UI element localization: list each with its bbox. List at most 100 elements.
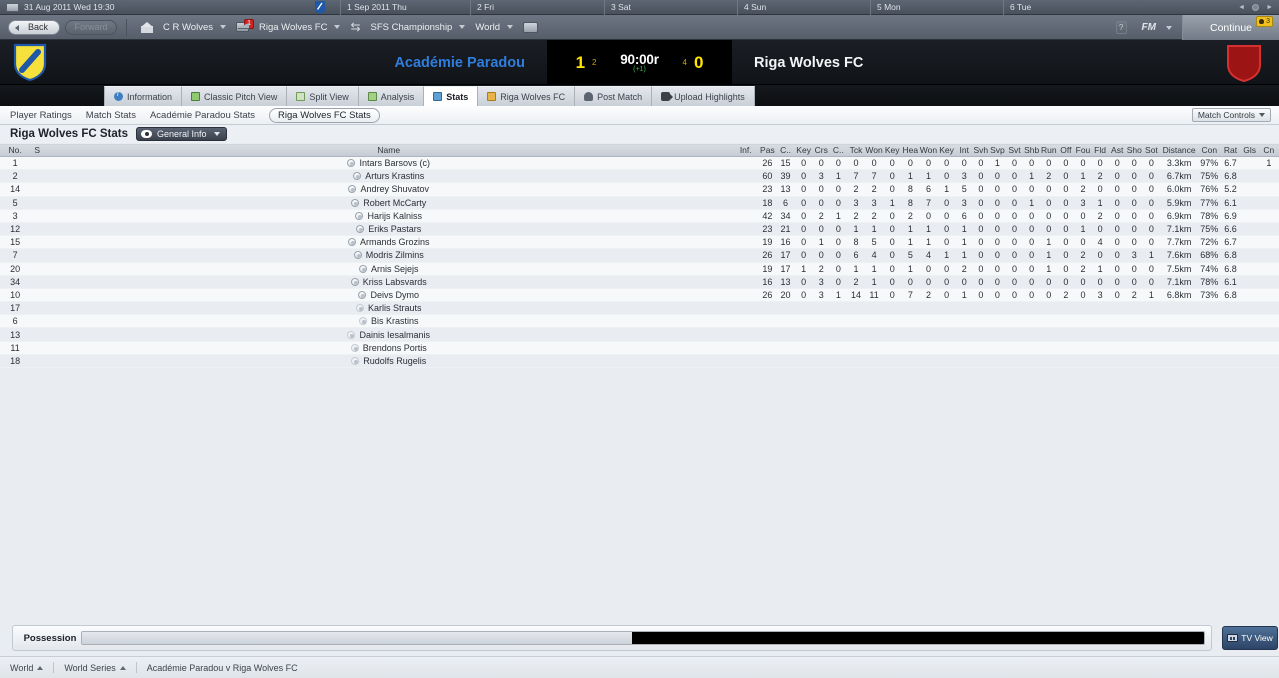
table-row[interactable]: 15 Armands Grozins 19 16 0 1 0 8 5 0 1 1 0 1 0 0 0 0 1 0 0 4 0… bbox=[0, 235, 1279, 250]
chat-button[interactable] bbox=[518, 15, 543, 40]
cell-player-name[interactable]: Dainis Iesalmanis bbox=[44, 327, 734, 342]
col-crs[interactable]: Crs bbox=[812, 143, 830, 157]
calendar-day-6[interactable]: 6 Tue bbox=[1003, 0, 1031, 15]
calendar-prev-icon[interactable]: ◄ bbox=[1238, 4, 1245, 11]
cell-player-name[interactable]: Arturs Krastins bbox=[44, 169, 734, 184]
col-inf[interactable]: Inf. bbox=[733, 143, 759, 157]
help-button[interactable]: ? bbox=[1115, 21, 1127, 34]
col-s[interactable]: S bbox=[30, 143, 45, 157]
table-row[interactable]: 1 Intars Barsovs (c) 26 15 0 0 0 0 0 0 0 0 0 0 0 1 0 0 0 0 0… bbox=[0, 156, 1279, 171]
col-crs-completed[interactable]: C.. bbox=[829, 143, 847, 157]
nav-competition-selector[interactable]: SFS Championship bbox=[366, 15, 471, 40]
tab-upload-highlights[interactable]: Upload Highlights bbox=[652, 86, 755, 106]
col-key-passes[interactable]: Key bbox=[794, 143, 813, 157]
status-item-world[interactable]: World bbox=[10, 663, 53, 673]
calendar-day-1[interactable]: 1 Sep 2011 Thu bbox=[340, 0, 407, 15]
col-rat[interactable]: Rat bbox=[1220, 143, 1241, 157]
calendar-day-2[interactable]: 2 Fri bbox=[470, 0, 494, 15]
table-row[interactable]: 14 Andrey Shuvatov 23 13 0 0 0 2 2 0 8 6 1 5 0 0 0 0 0 0 2 0 0… bbox=[0, 182, 1279, 197]
swap-team-button[interactable]: ⇆ bbox=[345, 15, 365, 40]
col-svh[interactable]: Svh bbox=[972, 143, 989, 157]
calendar-next-icon[interactable]: ► bbox=[1266, 4, 1273, 11]
col-pas[interactable]: Pas bbox=[758, 143, 777, 157]
subnav-match-stats[interactable]: Match Stats bbox=[86, 110, 136, 121]
col-hea-won[interactable]: Won bbox=[919, 143, 938, 157]
cell-player-name[interactable]: Kriss Labsvards bbox=[44, 275, 734, 289]
table-row[interactable]: 13 Dainis Iesalmanis bbox=[0, 327, 1279, 342]
cell-player-name[interactable]: Harijs Kalniss bbox=[44, 209, 734, 223]
col-tck[interactable]: Tck bbox=[846, 143, 866, 157]
calendar-day-0[interactable]: 31 Aug 2011 Wed 19:30 bbox=[24, 0, 114, 15]
col-off[interactable]: Off bbox=[1057, 143, 1075, 157]
tab-stats[interactable]: Stats bbox=[424, 86, 479, 106]
tab-riga-wolves-fc[interactable]: Riga Wolves FC bbox=[478, 86, 576, 106]
fm-menu-button[interactable]: FM bbox=[1137, 15, 1182, 40]
cell-player-name[interactable]: Andrey Shuvatov bbox=[44, 182, 734, 197]
cell-player-name[interactable]: Eriks Pastars bbox=[44, 222, 734, 237]
table-row[interactable]: 17 Karlis Strauts bbox=[0, 301, 1279, 316]
back-button[interactable]: Back bbox=[8, 19, 60, 35]
subnav-riga-wolves-fc-stats[interactable]: Riga Wolves FC Stats bbox=[269, 107, 380, 123]
table-row[interactable]: 18 Rudolfs Rugelis bbox=[0, 354, 1279, 369]
col-pas-completed[interactable]: C.. bbox=[776, 143, 795, 157]
cell-player-name[interactable]: Brendons Portis bbox=[44, 341, 734, 355]
table-row[interactable]: 20 Arnis Sejejs 19 17 1 2 0 1 1 0 1 0 0 2 0 0 0 0 1 0 2 1 0 0 0 7… bbox=[0, 262, 1279, 276]
col-shb[interactable]: Shb bbox=[1023, 143, 1041, 157]
col-key-headers[interactable]: Key bbox=[937, 143, 956, 157]
col-key-tackles[interactable]: Key bbox=[883, 143, 902, 157]
col-svp[interactable]: Svp bbox=[988, 143, 1006, 157]
table-row[interactable]: 3 Harijs Kalniss 42 34 0 2 1 2 2 0 2 0 0 6 0 0 0 0 0 0 0 2 0 0 0… bbox=[0, 209, 1279, 223]
col-fou[interactable]: Fou bbox=[1074, 143, 1092, 157]
tab-analysis[interactable]: Analysis bbox=[358, 86, 425, 106]
table-row[interactable]: 34 Kriss Labsvards 16 13 0 3 0 2 1 0 0 0 0 0 0 0 0 0 0 0 0 0 0… bbox=[0, 275, 1279, 289]
table-row[interactable]: 6 Bis Krastins bbox=[0, 314, 1279, 329]
continue-button[interactable]: Continue 3 bbox=[1182, 15, 1279, 40]
subnav-academie-paradou-stats[interactable]: Académie Paradou Stats bbox=[150, 110, 255, 121]
calendar-icon[interactable] bbox=[6, 2, 19, 12]
forward-button[interactable]: Forward bbox=[65, 19, 117, 35]
table-row[interactable]: 2 Arturs Krastins 60 39 0 3 1 7 7 0 1 1 0 3 0 0 0 1 2 0 1 2 0 0… bbox=[0, 169, 1279, 184]
col-svt[interactable]: Svt bbox=[1005, 143, 1024, 157]
cell-player-name[interactable]: Arnis Sejejs bbox=[44, 262, 734, 276]
general-info-dropdown[interactable]: General Info bbox=[136, 127, 227, 141]
match-controls-button[interactable]: Match Controls bbox=[1191, 108, 1271, 122]
tab-post-match[interactable]: Post Match bbox=[575, 86, 653, 106]
nav-world-selector[interactable]: World bbox=[470, 15, 518, 40]
col-distance[interactable]: Distance bbox=[1159, 143, 1199, 157]
cell-player-name[interactable]: Rudolfs Rugelis bbox=[44, 354, 734, 369]
col-tck-won[interactable]: Won bbox=[865, 143, 884, 157]
col-sot[interactable]: Sot bbox=[1142, 143, 1160, 157]
status-item-match[interactable]: Académie Paradou v Riga Wolves FC bbox=[147, 663, 308, 673]
col-no[interactable]: No. bbox=[0, 143, 31, 157]
tab-classic-pitch-view[interactable]: Classic Pitch View bbox=[182, 86, 288, 106]
subnav-player-ratings[interactable]: Player Ratings bbox=[10, 110, 72, 121]
table-row[interactable]: 10 Deivs Dymo 26 20 0 3 1 14 11 0 7 2 0 1 0 0 0 0 0 2 0 3 0 2 1 6… bbox=[0, 288, 1279, 303]
cell-player-name[interactable]: Bis Krastins bbox=[44, 314, 734, 329]
status-item-world-series[interactable]: World Series bbox=[64, 663, 135, 673]
col-gls[interactable]: Gls bbox=[1240, 143, 1259, 157]
calendar-day-4[interactable]: 4 Sun bbox=[737, 0, 766, 15]
cell-player-name[interactable]: Deivs Dymo bbox=[44, 288, 734, 303]
home-button[interactable] bbox=[136, 15, 158, 40]
col-fld[interactable]: Fld bbox=[1091, 143, 1109, 157]
tab-split-view[interactable]: Split View bbox=[287, 86, 359, 106]
col-hea[interactable]: Hea bbox=[901, 143, 920, 157]
cell-player-name[interactable]: Modris Zilmins bbox=[44, 248, 734, 263]
cell-player-name[interactable]: Armands Grozins bbox=[44, 235, 734, 250]
col-int[interactable]: Int bbox=[955, 143, 973, 157]
col-run[interactable]: Run bbox=[1040, 143, 1058, 157]
table-row[interactable]: 11 Brendons Portis bbox=[0, 341, 1279, 355]
cell-player-name[interactable]: Karlis Strauts bbox=[44, 301, 734, 316]
table-row[interactable]: 5 Robert McCarty 18 6 0 0 0 3 3 1 8 7 0 3 0 0 0 1 0 0 3 1 0 0 0 5… bbox=[0, 196, 1279, 210]
inbox-button[interactable]: 1 bbox=[231, 15, 254, 40]
calendar-day-5[interactable]: 5 Mon bbox=[870, 0, 901, 15]
tab-information[interactable]: Information bbox=[104, 86, 183, 106]
col-name[interactable]: Name bbox=[44, 143, 734, 157]
col-cn[interactable]: Cn bbox=[1258, 143, 1279, 157]
nav-club-selector[interactable]: C R Wolves bbox=[158, 15, 231, 40]
col-sho[interactable]: Sho bbox=[1125, 143, 1143, 157]
table-row[interactable]: 7 Modris Zilmins 26 17 0 0 0 6 4 0 5 4 1 1 0 0 0 0 1 0 2 0 0 3 1… bbox=[0, 248, 1279, 263]
nav-team-selector[interactable]: Riga Wolves FC bbox=[254, 15, 345, 40]
calendar-day-3[interactable]: 3 Sat bbox=[604, 0, 631, 15]
tv-view-button[interactable]: TV View bbox=[1222, 626, 1278, 650]
